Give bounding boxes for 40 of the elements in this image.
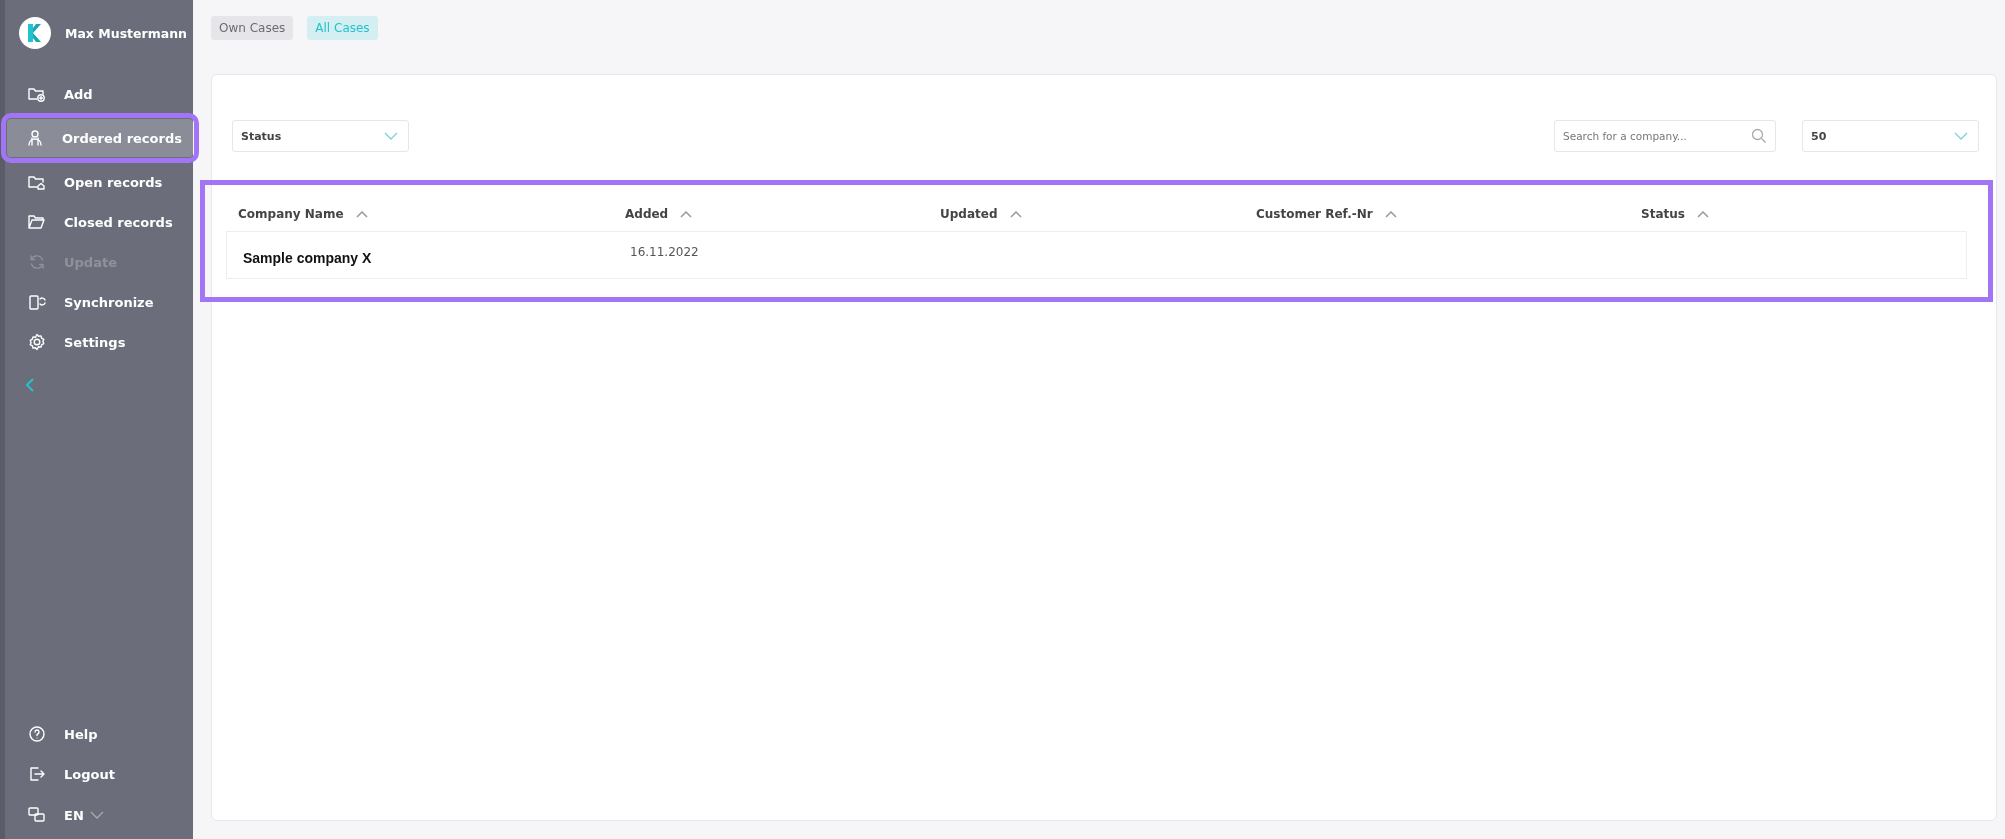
- chevron-down-icon: [1954, 132, 1968, 140]
- logout-icon: [27, 764, 47, 784]
- person-icon: [25, 128, 45, 148]
- language-selector[interactable]: EN: [64, 807, 104, 823]
- device-sync-icon: [27, 292, 47, 312]
- column-header[interactable]: Company Name: [238, 207, 344, 221]
- help-icon: [27, 724, 47, 744]
- case-tab[interactable]: Own Cases: [211, 16, 294, 40]
- sort-icon[interactable]: [1696, 210, 1709, 218]
- sort-icon[interactable]: [1009, 210, 1022, 218]
- column-header[interactable]: Updated: [940, 207, 998, 221]
- column-header[interactable]: Status: [1641, 207, 1685, 221]
- sidebar-item[interactable]: Synchronize: [9, 283, 189, 321]
- sidebar-item[interactable]: Add: [9, 75, 189, 113]
- sort-icon[interactable]: [680, 210, 693, 218]
- translate-icon: [27, 805, 47, 825]
- app-logo: [19, 17, 51, 49]
- chevron-down-icon: [89, 811, 104, 819]
- status-dropdown[interactable]: Status: [232, 120, 409, 152]
- added-date-cell-text: 16.11.2022: [630, 245, 700, 261]
- sidebar-item[interactable]: Logout: [9, 755, 189, 793]
- sort-icon[interactable]: [1384, 210, 1397, 218]
- refresh-icon: [27, 252, 47, 272]
- sidebar-item[interactable]: Closed records: [9, 203, 189, 241]
- chevron-down-icon: [384, 132, 398, 140]
- settings-icon: [27, 332, 47, 352]
- sidebar-item[interactable]: Open records: [9, 163, 189, 201]
- company-name-cell-text: Sample company X: [243, 248, 373, 266]
- sidebar-item[interactable]: Settings: [9, 323, 189, 361]
- sidebar-item[interactable]: Help: [9, 715, 189, 753]
- column-header[interactable]: Added: [625, 207, 669, 221]
- column-header[interactable]: Customer Ref.-Nr: [1256, 207, 1373, 221]
- user-name: Max Mustermann: [65, 25, 187, 41]
- folder-icon: [27, 212, 47, 232]
- page-size-dropdown[interactable]: 50: [1802, 120, 1979, 152]
- sort-icon[interactable]: [355, 210, 368, 218]
- search-icon: [1751, 128, 1767, 144]
- search-field[interactable]: Search for a company...: [1554, 120, 1776, 152]
- collapse-chevron-icon[interactable]: [25, 377, 35, 393]
- table-row[interactable]: Sample company X 16.11.2022: [226, 231, 1967, 279]
